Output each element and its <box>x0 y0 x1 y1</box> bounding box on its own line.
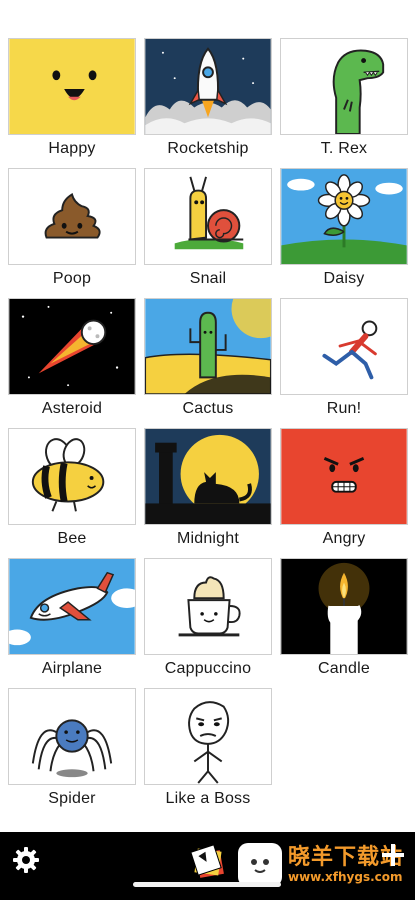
card-label: Poop <box>52 270 92 287</box>
card-t-rex[interactable]: T. Rex <box>280 38 408 168</box>
card-label: Rocketship <box>167 140 249 157</box>
card-like-a-boss[interactable]: Like a Boss <box>144 688 272 818</box>
happy-face-icon <box>9 39 135 134</box>
card-label: Cactus <box>182 400 234 417</box>
card-spider[interactable]: Spider <box>8 688 136 818</box>
thumb-rocketship <box>144 38 272 135</box>
thumb-cactus <box>144 298 272 395</box>
card-label: Bee <box>57 530 87 547</box>
airplane-icon <box>9 559 135 654</box>
thumb-cappuccino <box>144 558 272 655</box>
bee-icon <box>9 429 135 524</box>
midnight-cat-icon <box>145 429 271 524</box>
thumb-t-rex <box>280 38 408 135</box>
card-label: Snail <box>189 270 227 287</box>
thumb-candle <box>280 558 408 655</box>
thumb-like-a-boss <box>144 688 272 785</box>
card-midnight[interactable]: Midnight <box>144 428 272 558</box>
card-airplane[interactable]: Airplane <box>8 558 136 688</box>
bottom-toolbar: 晓羊下载站 www.xfhygs.com <box>0 832 415 900</box>
running-man-icon <box>281 299 407 394</box>
thumb-airplane <box>8 558 136 655</box>
card-label: Spider <box>48 790 96 807</box>
like-a-boss-icon <box>145 689 271 784</box>
card-happy[interactable]: Happy <box>8 38 136 168</box>
angry-face-icon <box>281 429 407 524</box>
card-label: Candle <box>318 660 370 677</box>
card-label: Happy <box>48 140 96 157</box>
thumb-run <box>280 298 408 395</box>
card-label: T. Rex <box>320 140 368 157</box>
thumb-daisy <box>280 168 408 265</box>
thumb-midnight <box>144 428 272 525</box>
card-asteroid[interactable]: Asteroid <box>8 298 136 428</box>
candle-icon <box>281 559 407 654</box>
cappuccino-icon <box>145 559 271 654</box>
card-rocketship[interactable]: Rocketship <box>144 38 272 168</box>
t-rex-icon <box>281 39 407 134</box>
cactus-icon <box>145 299 271 394</box>
card-daisy[interactable]: Daisy <box>280 168 408 298</box>
card-cactus[interactable]: Cactus <box>144 298 272 428</box>
thumb-poop <box>8 168 136 265</box>
rocketship-icon <box>145 39 271 134</box>
card-label: Asteroid <box>41 400 103 417</box>
card-poop[interactable]: Poop <box>8 168 136 298</box>
card-label: Angry <box>322 530 366 547</box>
card-candle[interactable]: Candle <box>280 558 408 688</box>
asteroid-icon <box>9 299 135 394</box>
card-bee[interactable]: Bee <box>8 428 136 558</box>
spider-icon <box>9 689 135 784</box>
card-cappuccino[interactable]: Cappuccino <box>144 558 272 688</box>
card-label: Midnight <box>176 530 240 547</box>
drawing-grid: Happy Rocketship T. Rex Poop Snail Daisy… <box>8 38 408 818</box>
thumb-happy <box>8 38 136 135</box>
stack-icon[interactable] <box>186 840 230 884</box>
thumb-snail <box>144 168 272 265</box>
thumb-asteroid <box>8 298 136 395</box>
gear-icon[interactable] <box>12 846 40 874</box>
watermark-logo-icon <box>238 843 282 887</box>
thumb-bee <box>8 428 136 525</box>
card-run[interactable]: Run! <box>280 298 408 428</box>
card-angry[interactable]: Angry <box>280 428 408 558</box>
daisy-icon <box>281 169 407 264</box>
home-indicator[interactable] <box>133 882 281 887</box>
card-label: Airplane <box>41 660 103 677</box>
card-snail[interactable]: Snail <box>144 168 272 298</box>
card-label: Daisy <box>323 270 365 287</box>
snail-icon <box>145 169 271 264</box>
card-label: Run! <box>326 400 362 417</box>
poop-icon <box>9 169 135 264</box>
thumb-spider <box>8 688 136 785</box>
watermark-url: www.xfhygs.com <box>288 870 403 884</box>
thumb-angry <box>280 428 408 525</box>
card-label: Like a Boss <box>165 790 251 807</box>
plus-icon[interactable] <box>380 842 406 868</box>
card-label: Cappuccino <box>164 660 252 677</box>
